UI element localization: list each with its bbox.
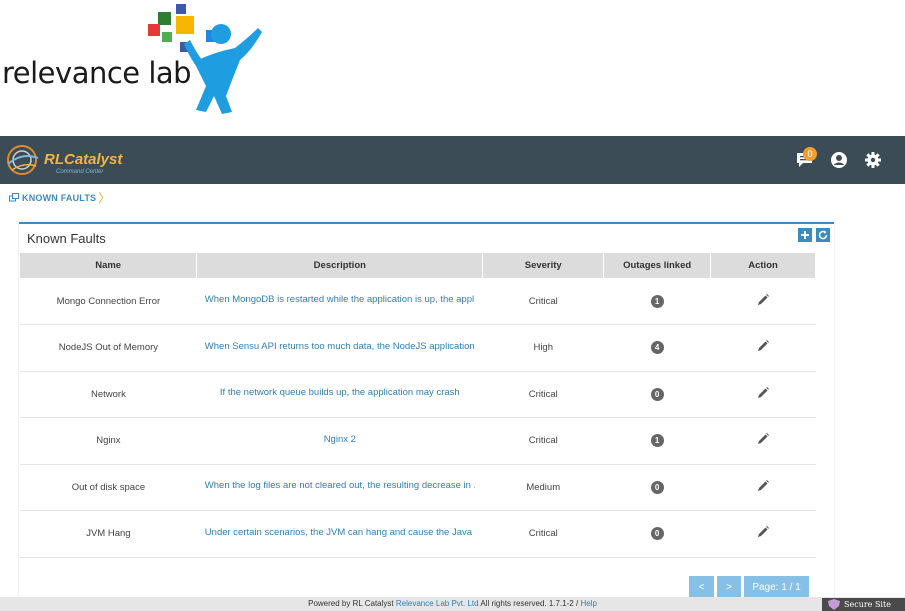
outages-cell: 1 [603, 278, 711, 325]
action-cell [710, 464, 816, 511]
fault-description[interactable]: When Sensu API returns too much data, th… [196, 324, 483, 372]
brand-subtitle: Command Center [56, 169, 104, 175]
refresh-button[interactable] [816, 228, 830, 242]
fault-name: Nginx [20, 417, 197, 465]
fault-description-text[interactable]: Under certain scenarios, the JVM can han… [205, 527, 475, 538]
table-row: Network If the network queue builds up, … [20, 371, 816, 418]
outages-cell: 0 [603, 464, 711, 511]
edit-pencil-icon[interactable] [756, 525, 770, 539]
footer: Powered by RL Catalyst Relevance Lab Pvt… [0, 597, 905, 611]
fault-name: Network [20, 371, 197, 418]
action-cell [710, 417, 816, 465]
fault-name: Out of disk space [20, 464, 197, 511]
fault-description-text[interactable]: If the network queue builds up, the appl… [220, 387, 460, 398]
footer-rights: All rights reserved. 1.7.1-2 / [480, 599, 579, 608]
outages-count-badge[interactable]: 0 [650, 480, 664, 494]
secure-site-label: Secure Site [844, 600, 891, 609]
outages-cell: 0 [603, 510, 711, 558]
table-header-row: Name Description Severity Outages linked… [20, 253, 816, 278]
edit-pencil-icon[interactable] [756, 293, 770, 307]
outages-count-badge[interactable]: 0 [650, 387, 664, 401]
prev-page-button[interactable]: < [689, 576, 714, 599]
column-header-severity: Severity [482, 253, 605, 278]
fault-severity: Critical [482, 371, 604, 418]
table-row: NodeJS Out of Memory When Sensu API retu… [20, 324, 816, 372]
logo-text: relevance lab [2, 56, 192, 90]
next-page-button[interactable]: > [717, 576, 741, 599]
known-faults-table: Name Description Severity Outages linked… [20, 253, 816, 558]
table-row: Nginx Nginx 2 Critical 1 [20, 417, 816, 465]
column-header-name: Name [20, 253, 198, 278]
table-row: Mongo Connection Error When MongoDB is r… [20, 278, 816, 325]
action-cell [710, 510, 816, 558]
footer-prefix: Powered by RL Catalyst [308, 599, 394, 608]
rlcatalyst-logo-icon [7, 145, 39, 175]
fault-description[interactable]: Under certain scenarios, the JVM can han… [196, 510, 483, 558]
fault-description[interactable]: When MongoDB is restarted while the appl… [196, 278, 483, 325]
table-row: Out of disk space When the log files are… [20, 464, 816, 511]
fault-description-text[interactable]: When Sensu API returns too much data, th… [205, 341, 475, 352]
breadcrumb-label[interactable]: KNOWN FAULTS [22, 193, 96, 203]
outages-cell: 1 [603, 417, 711, 465]
fault-description[interactable]: When the log files are not cleared out, … [196, 464, 483, 511]
outages-cell: 4 [603, 324, 711, 372]
fault-severity: Medium [482, 464, 604, 511]
fault-description[interactable]: If the network queue builds up, the appl… [196, 371, 483, 418]
breadcrumb: KNOWN FAULTS 〉 [9, 189, 110, 206]
edit-pencil-icon[interactable] [756, 386, 770, 400]
outages-cell: 0 [603, 371, 711, 418]
fault-description[interactable]: Nginx 2 [196, 417, 483, 465]
refresh-icon [818, 230, 828, 240]
edit-pencil-icon[interactable] [756, 479, 770, 493]
known-faults-icon [9, 193, 19, 204]
fault-name: NodeJS Out of Memory [20, 324, 197, 372]
footer-help-link[interactable]: Help [580, 599, 596, 608]
action-cell [710, 324, 816, 372]
outages-count-badge[interactable]: 0 [650, 527, 664, 541]
add-button[interactable] [798, 228, 812, 242]
panel-title: Known Faults [27, 231, 106, 246]
fault-severity: Critical [482, 417, 604, 465]
fault-severity: High [482, 324, 604, 372]
fault-severity: Critical [482, 278, 604, 325]
action-cell [710, 371, 816, 418]
outages-count-badge[interactable]: 4 [650, 341, 664, 355]
outages-count-badge[interactable]: 1 [650, 434, 664, 448]
known-faults-panel: Known Faults Name Description Severity O… [19, 222, 834, 611]
column-header-action: Action [710, 253, 816, 278]
column-header-description: Description [196, 253, 484, 278]
chevron-right-icon: 〉 [98, 191, 111, 205]
plus-icon [801, 231, 809, 239]
page-indicator: Page: 1 / 1 [744, 576, 809, 599]
fault-description-text[interactable]: Nginx 2 [324, 434, 356, 445]
outages-count-badge[interactable]: 1 [650, 294, 664, 308]
fault-description-text[interactable]: When MongoDB is restarted while the appl… [205, 294, 475, 305]
action-cell [710, 278, 816, 325]
user-icon[interactable] [829, 150, 849, 170]
notification-count-badge: 0 [803, 147, 817, 161]
fault-name: JVM Hang [20, 510, 197, 558]
table-row: JVM Hang Under certain scenarios, the JV… [20, 510, 816, 558]
column-header-outages: Outages linked [603, 253, 712, 278]
fault-severity: Critical [482, 510, 604, 558]
page-root: { "logo": { "text": "relevance lab" }, "… [0, 0, 905, 611]
edit-pencil-icon[interactable] [756, 432, 770, 446]
settings-gear-icon[interactable] [863, 150, 883, 170]
fault-description-text[interactable]: When the log files are not cleared out, … [205, 480, 475, 491]
shield-icon [828, 599, 840, 610]
secure-site-badge[interactable]: Secure Site [822, 598, 905, 611]
footer-company-link[interactable]: Relevance Lab Pvt. Ltd [396, 599, 479, 608]
edit-pencil-icon[interactable] [756, 339, 770, 353]
relevance-lab-logo: relevance lab [0, 0, 270, 120]
fault-name: Mongo Connection Error [20, 278, 197, 325]
top-navbar: RLCatalyst Command Center [0, 136, 905, 184]
rlcatalyst-brand[interactable]: RLCatalyst Command Center [4, 142, 122, 178]
brand-name: RLCatalyst [44, 151, 123, 168]
